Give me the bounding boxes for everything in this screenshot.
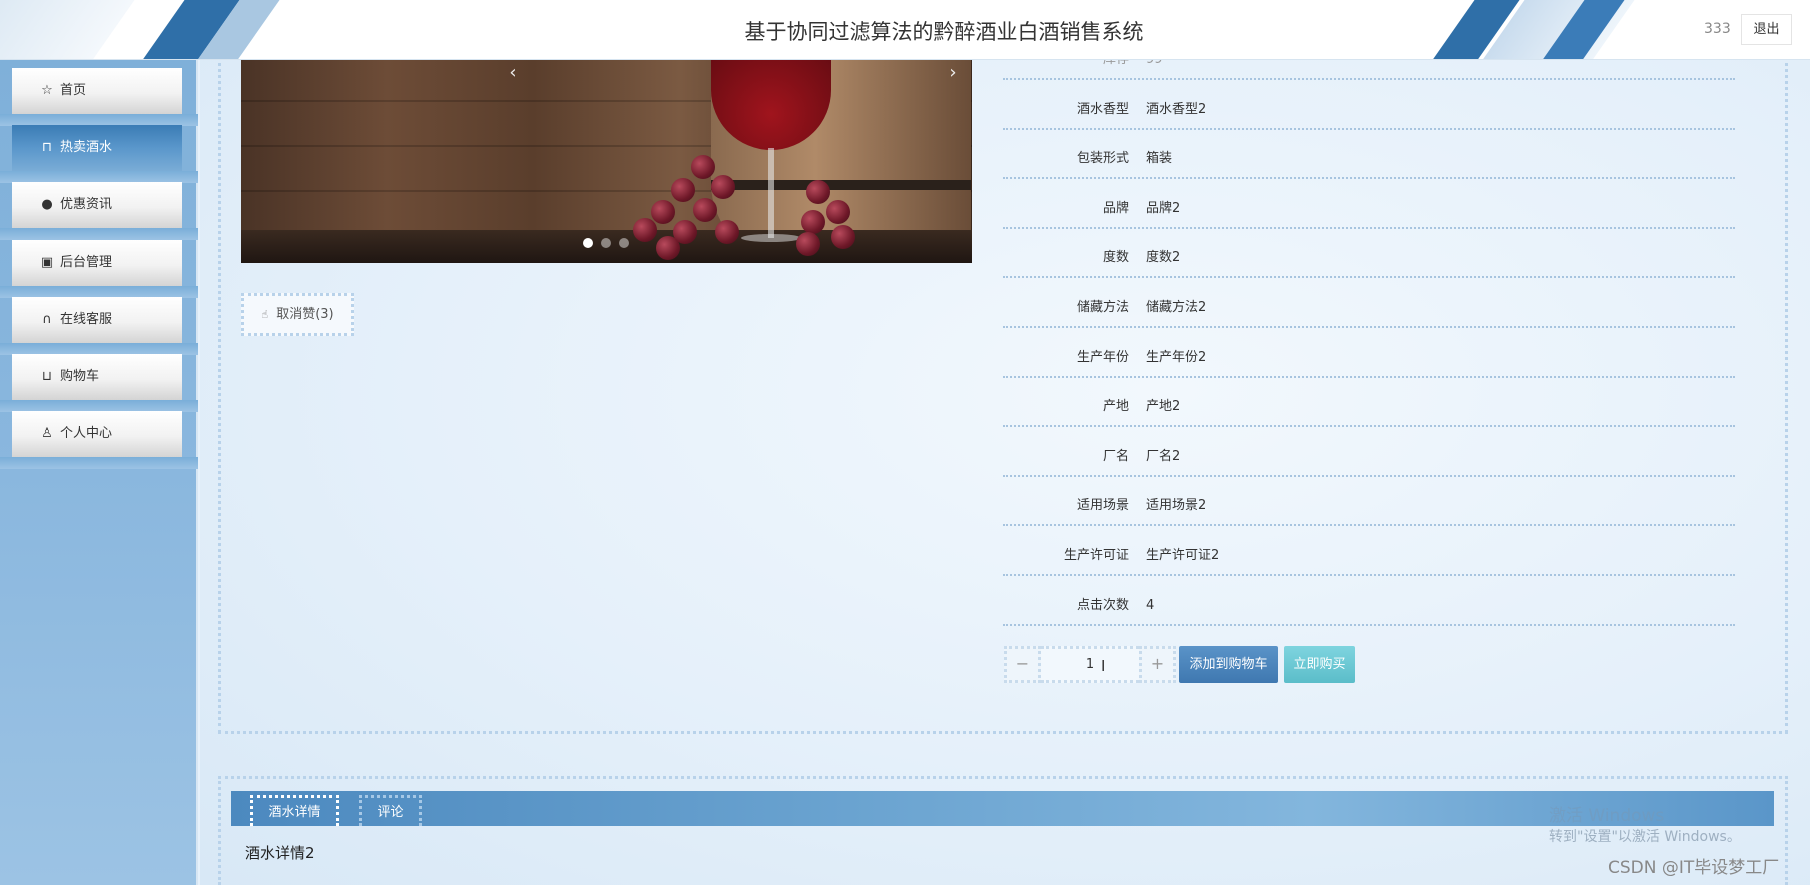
user-icon: ♙ xyxy=(41,426,53,441)
increase-button[interactable]: + xyxy=(1139,646,1176,683)
briefcase-icon: ▣ xyxy=(40,255,54,270)
quantity-input[interactable]: 1 xyxy=(1041,646,1139,683)
spec-value: 品牌2 xyxy=(1146,200,1181,216)
spec-row: 储藏方法 储藏方法2 xyxy=(1003,278,1735,328)
menu-separator xyxy=(0,228,198,240)
spec-label: 厂名 xyxy=(1102,448,1129,464)
sidebar-item-label: 优惠资讯 xyxy=(60,197,113,212)
username: 333 xyxy=(1704,21,1731,37)
sidebar-item[interactable]: ⊔ 购物车 xyxy=(12,354,182,400)
carousel-next-arrow[interactable]: › xyxy=(941,62,965,83)
spec-label: 适用场景 xyxy=(1076,498,1129,514)
header: 基于协同过滤算法的黔醉酒业白酒销售系统 333 退出 xyxy=(0,0,1810,60)
spec-label: 生产许可证 xyxy=(1063,547,1129,563)
spec-row: 品牌 品牌2 xyxy=(1003,179,1735,229)
headset-icon: ∩ xyxy=(42,312,52,327)
spec-label: 储藏方法 xyxy=(1076,299,1129,315)
spec-value: 生产年份2 xyxy=(1146,349,1207,365)
cart-icon: ⊔ xyxy=(41,369,53,384)
sidebar-item[interactable]: ♙ 个人中心 xyxy=(12,411,182,457)
spec-row: 产地 产地2 xyxy=(1003,378,1735,428)
spec-row: 度数 度数2 xyxy=(1003,229,1735,279)
add-to-cart-button[interactable]: 添加到购物车 xyxy=(1179,646,1278,683)
spec-label: 包装形式 xyxy=(1076,151,1129,167)
spec-row: 生产年份 生产年份2 xyxy=(1003,328,1735,378)
buy-now-button[interactable]: 立即购买 xyxy=(1284,646,1355,683)
sidebar-item-label: 购物车 xyxy=(60,369,100,384)
thumbs-up-icon: ☝ xyxy=(261,308,269,321)
alert-circle-icon: ● xyxy=(41,197,53,212)
sidebar-item-label: 在线客服 xyxy=(60,312,113,327)
spec-label: 品牌 xyxy=(1102,200,1129,216)
spec-value: 生产许可证2 xyxy=(1146,547,1220,563)
spec-row: 点击次数 4 xyxy=(1003,576,1735,626)
sidebar-item-label: 个人中心 xyxy=(60,426,113,441)
spec-value: 储藏方法2 xyxy=(1146,299,1207,315)
spec-value: 度数2 xyxy=(1146,250,1181,266)
tab-wine-details[interactable]: 酒水详情 xyxy=(250,795,339,826)
spec-label: 点击次数 xyxy=(1076,597,1129,613)
spec-row: 包装形式 箱装 xyxy=(1003,130,1735,180)
spec-value: 酒水香型2 xyxy=(1146,101,1207,117)
logout-button[interactable]: 退出 xyxy=(1741,14,1792,45)
spec-value: 厂名2 xyxy=(1146,448,1181,464)
sidebar-item-label: 热卖酒水 xyxy=(60,140,113,155)
product-carousel[interactable]: ‹ › xyxy=(241,60,972,263)
carousel-dot[interactable] xyxy=(619,238,629,248)
spec-value: 适用场景2 xyxy=(1146,498,1207,514)
quantity-stepper: − 1 + xyxy=(1004,646,1176,683)
spec-value: 4 xyxy=(1146,597,1155,613)
carousel-dot[interactable] xyxy=(601,238,611,248)
csdn-watermark: CSDN @IT毕设梦工厂 xyxy=(1608,858,1780,878)
star-icon: ☆ xyxy=(41,83,53,98)
spec-label: 度数 xyxy=(1102,250,1129,266)
sidebar-item[interactable]: ● 优惠资讯 xyxy=(12,182,182,228)
text-cursor-icon: I xyxy=(1101,657,1106,675)
page-title: 基于协同过滤算法的黔醉酒业白酒销售系统 xyxy=(744,20,1144,44)
sidebar-item[interactable]: ⊓ 热卖酒水 xyxy=(12,125,182,171)
sidebar-item-label: 后台管理 xyxy=(60,255,113,270)
tab-comments[interactable]: 评论 xyxy=(359,795,422,826)
carousel-dot[interactable] xyxy=(583,238,593,248)
spec-label: 生产年份 xyxy=(1076,349,1129,365)
spec-row: 适用场景 适用场景2 xyxy=(1003,477,1735,527)
sidebar-item[interactable]: ☆ 首页 xyxy=(12,68,182,114)
spec-value: 产地2 xyxy=(1146,399,1181,415)
detail-content: 酒水详情2 xyxy=(245,844,315,862)
decrease-button[interactable]: − xyxy=(1004,646,1041,683)
spec-row: 库存99 xyxy=(1003,52,1735,80)
menu-separator xyxy=(0,457,198,469)
spec-row: 生产许可证 生产许可证2 xyxy=(1003,526,1735,576)
unlike-button[interactable]: ☝ 取消赞(3) xyxy=(241,293,354,336)
bag-icon: ⊓ xyxy=(41,140,53,155)
windows-activation-hint: 转到"设置"以激活 Windows。 xyxy=(1549,829,1741,845)
spec-label: 产地 xyxy=(1102,399,1129,415)
tab-bar xyxy=(231,791,1774,826)
product-specs: 库存99 酒水香型 酒水香型2 包装形式 箱装品牌 品牌2 度数 度数2 储藏方法 储藏方法2 生产… xyxy=(1003,52,1735,626)
spec-row: 酒水香型 酒水香型2 xyxy=(1003,80,1735,130)
spec-value: 箱装 xyxy=(1146,151,1173,167)
sidebar-item[interactable]: ▣ 后台管理 xyxy=(12,240,182,286)
sidebar-item[interactable]: ∩ 在线客服 xyxy=(12,297,182,343)
unlike-label: 取消赞(3) xyxy=(276,307,334,322)
spec-row: 厂名 厂名2 xyxy=(1003,427,1735,477)
spec-label: 酒水香型 xyxy=(1076,101,1129,117)
sidebar-item-label: 首页 xyxy=(60,83,87,98)
windows-activation-title: 激活 Windows xyxy=(1549,806,1665,826)
carousel-indicators xyxy=(583,238,629,248)
sidebar: ☆ 首页 ⊓ 热卖酒水 ● 优惠资讯 ▣ 后台管理 ∩ 在线客服 ⊔ 购物车 ♙ 个人中心 xyxy=(0,60,198,885)
carousel-prev-arrow[interactable]: ‹ xyxy=(501,62,525,83)
